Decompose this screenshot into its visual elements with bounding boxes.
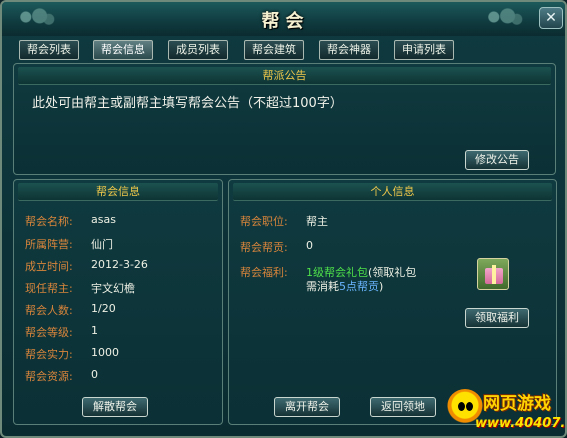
announcement-header: 帮派公告	[18, 67, 551, 85]
faction-label: 所属阵营:	[25, 238, 73, 251]
faction-value: 仙门	[91, 238, 113, 251]
contribution-value: 0	[306, 239, 313, 252]
position-value: 帮主	[306, 215, 328, 228]
contribution-label: 帮会帮贡:	[240, 241, 288, 254]
leader-value: 宇文幻檐	[91, 282, 135, 295]
tab-guild-info[interactable]: 帮会信息	[93, 40, 153, 60]
guild-window: 帮会 ✕ 帮会列表 帮会信息 成员列表 帮会建筑 帮会神器 申请列表 帮派公告 …	[0, 0, 567, 438]
tab-guild-list[interactable]: 帮会列表	[19, 40, 79, 60]
gift-box-icon[interactable]	[477, 258, 509, 290]
watermark-text: 网页游戏	[483, 394, 551, 414]
close-icon[interactable]: ✕	[539, 7, 563, 29]
site-watermark: 网页游戏 www.40407.com	[445, 385, 566, 436]
leader-label: 现任帮主:	[25, 282, 73, 295]
mascot-eye-left	[458, 402, 465, 411]
announcement-text: 此处可由帮主或副帮主填写帮会公告（不超过100字）	[32, 96, 343, 111]
window-title: 帮会	[261, 11, 310, 32]
welfare-cost-amount: 5点帮贡	[339, 280, 379, 293]
guild-resource-value: 0	[91, 368, 98, 381]
gift-ribbon	[492, 265, 496, 284]
guild-resource-label: 帮会资源:	[25, 370, 73, 383]
guild-power-value: 1000	[91, 346, 119, 359]
welfare-line-2: 需消耗5点帮贡)	[306, 278, 383, 294]
tab-applications[interactable]: 申请列表	[394, 40, 454, 60]
welfare-label: 帮会福利:	[240, 266, 288, 279]
return-territory-button[interactable]: 返回领地	[370, 397, 436, 417]
tab-guild-buildings[interactable]: 帮会建筑	[244, 40, 304, 60]
member-count-label: 帮会人数:	[25, 304, 73, 317]
guild-info-header: 帮会信息	[18, 183, 218, 201]
title-bar: 帮会 ✕	[2, 2, 565, 36]
claim-welfare-button[interactable]: 领取福利	[465, 308, 529, 328]
member-count-value: 1/20	[91, 302, 116, 315]
welfare-cost-prefix: 需消耗	[306, 280, 339, 293]
tab-guild-artifact[interactable]: 帮会神器	[319, 40, 379, 60]
position-label: 帮会职位:	[240, 215, 288, 228]
watermark-url: www.40407.com	[475, 416, 566, 431]
guild-level-label: 帮会等级:	[25, 326, 73, 339]
edit-announcement-button[interactable]: 修改公告	[465, 150, 529, 170]
guild-level-value: 1	[91, 324, 98, 337]
leave-guild-button[interactable]: 离开帮会	[274, 397, 340, 417]
tab-member-list[interactable]: 成员列表	[168, 40, 228, 60]
disband-guild-button[interactable]: 解散帮会	[82, 397, 148, 417]
founded-value: 2012-3-26	[91, 258, 148, 271]
guild-name-label: 帮会名称:	[25, 215, 73, 228]
guild-power-label: 帮会实力:	[25, 348, 73, 361]
personal-info-header: 个人信息	[233, 183, 552, 201]
guild-name-value: asas	[91, 213, 116, 226]
mascot-eye-right	[466, 402, 473, 411]
founded-label: 成立时间:	[25, 260, 73, 273]
welfare-cost-suffix: )	[379, 280, 384, 293]
